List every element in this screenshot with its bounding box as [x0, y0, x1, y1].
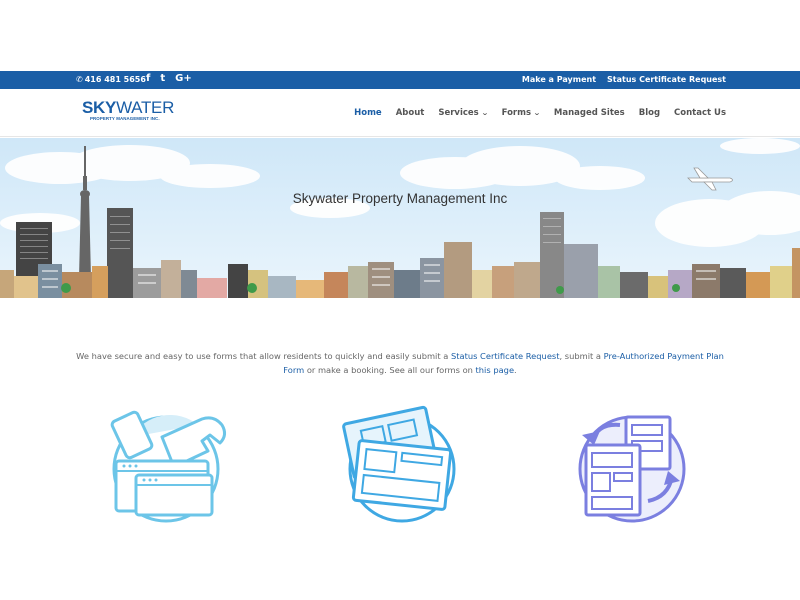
- nav-blog[interactable]: Blog: [639, 108, 660, 118]
- chevron-down-icon: ⌄: [480, 109, 489, 117]
- nav-services[interactable]: Services ⌄: [438, 108, 489, 118]
- status-certificate-link[interactable]: Status Certificate Request: [607, 75, 726, 84]
- tools-window-icon: [102, 405, 232, 525]
- logo-water-text: WATER: [116, 98, 175, 117]
- nav-forms[interactable]: Forms ⌄: [502, 108, 541, 118]
- chevron-down-icon: ⌄: [533, 109, 541, 117]
- city-skyline-illustration: [0, 138, 800, 298]
- logo[interactable]: SKYWATER PROPERTY MANAGEMENT INC.: [82, 99, 174, 121]
- logo-sky-text: SKY: [82, 98, 117, 117]
- top-links: Make a Payment Status Certificate Reques…: [522, 75, 726, 84]
- phone-number[interactable]: ✆ 416 481 5656: [76, 75, 146, 84]
- hero-banner: Skywater Property Management Inc: [0, 138, 800, 298]
- hero-title: Skywater Property Management Inc: [292, 191, 508, 206]
- nav-about[interactable]: About: [396, 108, 425, 118]
- status-certificate-request-link[interactable]: Status Certificate Request: [451, 351, 560, 361]
- nav-contact[interactable]: Contact Us: [674, 108, 726, 118]
- google-plus-icon[interactable]: G+: [175, 73, 192, 84]
- blank-margin: [0, 0, 800, 71]
- nav-managed-sites[interactable]: Managed Sites: [554, 108, 625, 118]
- twitter-icon[interactable]: t: [160, 73, 165, 84]
- top-bar: ✆ 416 481 5656 f t G+ Make a Payment Sta…: [0, 71, 800, 89]
- make-payment-link[interactable]: Make a Payment: [522, 75, 596, 84]
- site-header: SKYWATER PROPERTY MANAGEMENT INC. Home A…: [0, 89, 800, 137]
- nav-home[interactable]: Home: [354, 108, 382, 118]
- documents-icon: [338, 405, 468, 525]
- feature-icons: [0, 405, 800, 530]
- main-nav: Home About Services ⌄ Forms ⌄ Managed Site…: [354, 108, 726, 118]
- sync-pages-icon: [568, 405, 698, 525]
- phone-icon: ✆: [76, 75, 83, 84]
- forms-page-link[interactable]: this page: [476, 365, 515, 375]
- intro-paragraph: We have secure and easy to use forms tha…: [76, 351, 724, 375]
- social-links: f t G+: [146, 73, 192, 84]
- facebook-icon[interactable]: f: [146, 73, 150, 84]
